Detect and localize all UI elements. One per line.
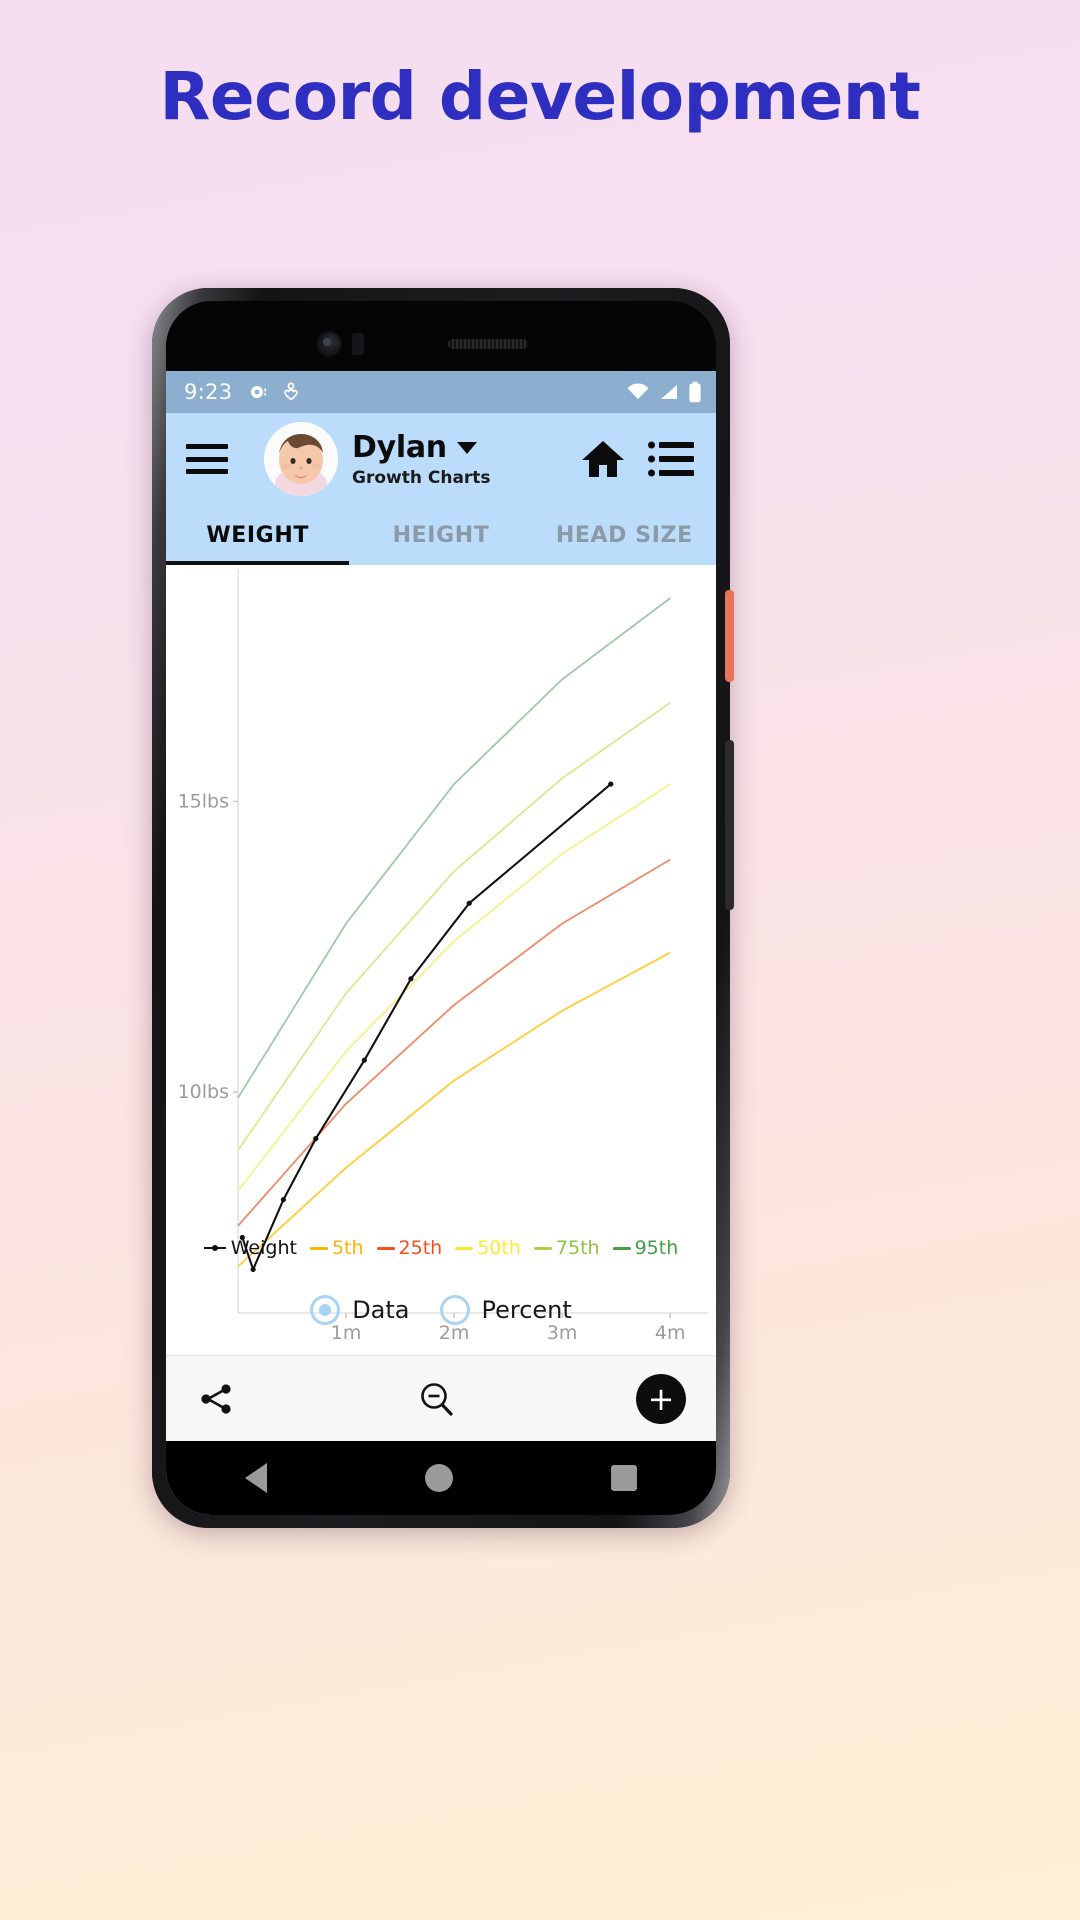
camera-record-icon bbox=[248, 382, 268, 402]
phone-screen-area: 9:23 Dylan Growth Charts WEIGHT HEIGHT H… bbox=[166, 301, 716, 1515]
legend-swatch-25th bbox=[376, 1246, 395, 1250]
android-nav-bar bbox=[166, 1441, 716, 1515]
growth-chart[interactable]: 10lbs 15lbs 1m 2m 3m 4m Weight 5th 25th bbox=[166, 565, 716, 1355]
earpiece-speaker bbox=[448, 339, 528, 349]
radio-circle-data[interactable] bbox=[310, 1295, 341, 1325]
wifi-icon bbox=[626, 382, 650, 402]
avatar[interactable] bbox=[264, 422, 338, 496]
legend-swatch-95th bbox=[612, 1246, 631, 1250]
legend-label-95th: 95th bbox=[634, 1237, 679, 1259]
list-icon[interactable] bbox=[648, 441, 694, 477]
home-icon[interactable] bbox=[580, 438, 626, 480]
legend-item-5th: 5th bbox=[309, 1237, 364, 1259]
radio-option-percent[interactable]: Percent bbox=[439, 1295, 572, 1325]
weight-series-marker-icon bbox=[203, 1244, 226, 1253]
front-camera-icon bbox=[316, 331, 342, 357]
legend-item-weight: Weight bbox=[203, 1237, 297, 1259]
heart-person-icon bbox=[282, 382, 300, 402]
battery-icon bbox=[688, 381, 702, 403]
profile-name: Dylan bbox=[352, 430, 447, 465]
back-triangle-icon[interactable] bbox=[245, 1463, 267, 1493]
tab-weight[interactable]: WEIGHT bbox=[166, 505, 349, 565]
svg-text:10lbs: 10lbs bbox=[178, 1081, 229, 1103]
app-bar: Dylan Growth Charts bbox=[166, 413, 716, 505]
status-time: 9:23 bbox=[184, 380, 233, 404]
legend-swatch-50th bbox=[455, 1246, 474, 1250]
chevron-down-icon[interactable] bbox=[456, 441, 477, 454]
radio-label-percent: Percent bbox=[481, 1296, 572, 1324]
legend-item-95th: 95th bbox=[612, 1237, 679, 1259]
app-screen: 9:23 Dylan Growth Charts WEIGHT HEIGHT H… bbox=[166, 371, 716, 1515]
phone-notch bbox=[166, 301, 716, 371]
legend-label-50th: 50th bbox=[477, 1237, 521, 1259]
status-right-icons bbox=[626, 381, 702, 403]
app-bar-actions bbox=[580, 438, 694, 480]
profile-title[interactable]: Dylan Growth Charts bbox=[352, 430, 491, 488]
tab-height[interactable]: HEIGHT bbox=[349, 505, 532, 565]
svg-text:1m: 1m bbox=[331, 1322, 362, 1344]
svg-text:15lbs: 15lbs bbox=[178, 791, 229, 813]
cellular-signal-icon bbox=[658, 382, 680, 402]
svg-text:3m: 3m bbox=[547, 1322, 578, 1344]
legend-item-25th: 25th bbox=[376, 1237, 443, 1259]
phone-mockup: 9:23 Dylan Growth Charts WEIGHT HEIGHT H… bbox=[152, 288, 734, 1528]
status-left-icons bbox=[248, 382, 300, 402]
tab-head-size[interactable]: HEAD SIZE bbox=[533, 505, 716, 565]
hamburger-menu-icon[interactable] bbox=[186, 444, 228, 474]
radio-label-data: Data bbox=[352, 1296, 410, 1324]
legend-item-75th: 75th bbox=[533, 1237, 600, 1259]
legend-swatch-5th bbox=[309, 1246, 328, 1250]
legend-item-50th: 50th bbox=[455, 1237, 521, 1259]
recents-square-icon[interactable] bbox=[611, 1465, 637, 1491]
legend-swatch-75th bbox=[533, 1246, 552, 1250]
svg-text:4m: 4m bbox=[655, 1322, 686, 1344]
home-circle-icon[interactable] bbox=[425, 1464, 453, 1492]
radio-option-data[interactable]: Data bbox=[310, 1295, 410, 1325]
tab-bar: WEIGHT HEIGHT HEAD SIZE bbox=[166, 505, 716, 565]
status-bar: 9:23 bbox=[166, 371, 716, 413]
profile-subtitle: Growth Charts bbox=[352, 468, 491, 488]
volume-button[interactable] bbox=[725, 740, 734, 910]
radio-circle-percent[interactable] bbox=[439, 1295, 470, 1325]
svg-text:2m: 2m bbox=[439, 1322, 470, 1344]
legend-label-75th: 75th bbox=[555, 1237, 600, 1259]
legend-label-5th: 5th bbox=[331, 1237, 364, 1259]
mode-selector: Data Percent bbox=[166, 1295, 716, 1325]
power-button[interactable] bbox=[725, 590, 734, 682]
proximity-sensor-icon bbox=[352, 333, 364, 355]
legend-label-25th: 25th bbox=[398, 1237, 443, 1259]
chart-legend: Weight 5th 25th 50th 75th 95th bbox=[166, 1237, 716, 1259]
legend-label-weight: Weight bbox=[230, 1237, 297, 1259]
page-title: Record development bbox=[159, 58, 921, 135]
